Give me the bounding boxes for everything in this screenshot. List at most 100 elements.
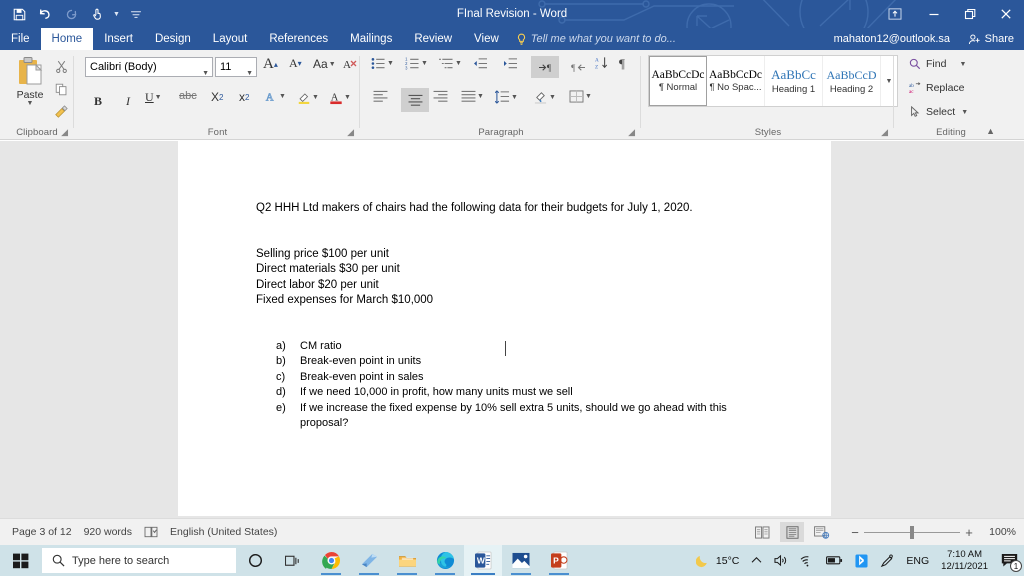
- clipboard-dialog-launcher[interactable]: ◢: [61, 127, 68, 138]
- read-mode-view-button[interactable]: [750, 522, 774, 542]
- bluebook-app-icon[interactable]: [350, 545, 388, 576]
- tab-design[interactable]: Design: [144, 28, 202, 50]
- strikethrough-icon[interactable]: abc: [179, 90, 197, 102]
- chrome-icon[interactable]: [312, 545, 350, 576]
- font-name-chevron-down-icon[interactable]: ▼: [202, 65, 209, 83]
- replace-button[interactable]: abac Replace: [909, 82, 965, 94]
- paste-button[interactable]: Paste ▼: [8, 54, 52, 107]
- justify-icon[interactable]: ▼: [461, 90, 484, 103]
- numbering-icon[interactable]: 123▼: [405, 57, 428, 70]
- bullets-icon[interactable]: ▼: [371, 57, 394, 70]
- paste-chevron-down-icon[interactable]: ▼: [8, 100, 52, 107]
- styles-dialog-launcher[interactable]: ◢: [881, 127, 888, 138]
- restore-button[interactable]: [952, 0, 988, 28]
- shrink-font-icon[interactable]: A▾: [289, 56, 302, 71]
- notification-chat-icon[interactable]: 1: [994, 545, 1024, 576]
- clock[interactable]: 7:10 AM 12/11/2021: [935, 549, 994, 573]
- weather-widget[interactable]: 15°C: [690, 545, 745, 576]
- clear-formatting-icon[interactable]: A: [343, 56, 359, 72]
- document-canvas[interactable]: Q2 HHH Ltd makers of chairs had the foll…: [0, 141, 1024, 518]
- font-size-chevron-down-icon[interactable]: ▼: [246, 65, 253, 83]
- find-button[interactable]: Find ▼: [909, 58, 966, 70]
- style-normal[interactable]: AaBbCcDc ¶ Normal: [649, 56, 707, 106]
- customize-quick-access-icon[interactable]: [123, 2, 149, 26]
- powerpoint-icon[interactable]: P: [540, 545, 578, 576]
- tab-references[interactable]: References: [258, 28, 339, 50]
- zoom-in-button[interactable]: +: [960, 525, 978, 540]
- align-center-icon[interactable]: [401, 88, 429, 112]
- wifi-icon[interactable]: [794, 545, 820, 576]
- cortana-circle-icon[interactable]: [236, 545, 274, 576]
- battery-icon[interactable]: [820, 545, 849, 576]
- share-button[interactable]: Share: [962, 28, 1020, 50]
- rtl-text-direction-icon[interactable]: ¶: [565, 56, 591, 78]
- microsoft-edge-icon[interactable]: [426, 545, 464, 576]
- status-word-count[interactable]: 920 words: [84, 526, 132, 538]
- tab-home[interactable]: Home: [41, 28, 94, 50]
- cut-icon[interactable]: [50, 55, 72, 77]
- subscript-icon[interactable]: X2: [211, 90, 223, 104]
- zoom-level-value[interactable]: 100%: [984, 526, 1016, 538]
- minimize-button[interactable]: [916, 0, 952, 28]
- text-highlight-color-icon[interactable]: ▼: [297, 90, 319, 105]
- chevron-up-icon[interactable]: [745, 545, 768, 576]
- task-view-icon[interactable]: [274, 545, 312, 576]
- photos-icon[interactable]: [502, 545, 540, 576]
- decrease-indent-icon[interactable]: [473, 57, 488, 70]
- windows-start-icon[interactable]: [0, 545, 42, 576]
- status-page-number[interactable]: Page 3 of 12: [12, 526, 72, 538]
- save-icon[interactable]: [6, 2, 32, 26]
- ribbon-display-options-button[interactable]: [874, 0, 916, 28]
- superscript-icon[interactable]: x2: [239, 90, 249, 104]
- show-formatting-marks-icon[interactable]: ¶: [619, 56, 625, 72]
- collapse-ribbon-chevron-up-icon[interactable]: ▲: [986, 126, 995, 136]
- font-dialog-launcher[interactable]: ◢: [347, 127, 354, 138]
- print-layout-view-button[interactable]: [780, 522, 804, 542]
- volume-icon[interactable]: [768, 545, 794, 576]
- web-layout-view-button[interactable]: [810, 522, 834, 542]
- format-painter-icon[interactable]: [50, 101, 72, 123]
- document-text-body[interactable]: Q2 HHH Ltd makers of chairs had the foll…: [256, 201, 756, 432]
- document-page[interactable]: Q2 HHH Ltd makers of chairs had the foll…: [178, 141, 831, 516]
- input-language[interactable]: ENG: [900, 545, 935, 576]
- select-button[interactable]: Select ▼: [909, 106, 968, 118]
- zoom-slider-thumb[interactable]: [910, 526, 914, 539]
- account-name[interactable]: mahaton12@outlook.sa: [834, 28, 950, 50]
- grow-font-icon[interactable]: A▴: [263, 56, 278, 73]
- style-no-spacing[interactable]: AaBbCcDc ¶ No Spac...: [707, 56, 765, 106]
- touch-mouse-mode-icon[interactable]: [84, 2, 110, 26]
- tab-layout[interactable]: Layout: [202, 28, 259, 50]
- styles-more-chevron-down-icon[interactable]: ▼: [881, 56, 897, 106]
- zoom-slider[interactable]: − +: [846, 525, 978, 540]
- tell-me-search[interactable]: Tell me what you want to do...: [516, 28, 676, 50]
- font-color-icon[interactable]: A▼: [329, 90, 351, 105]
- file-explorer-icon[interactable]: [388, 545, 426, 576]
- underline-icon[interactable]: U▼: [145, 90, 162, 105]
- copy-icon[interactable]: [50, 78, 72, 100]
- italic-icon[interactable]: I: [117, 90, 139, 112]
- ltr-text-direction-icon[interactable]: ¶: [531, 56, 559, 78]
- word-icon[interactable]: W: [464, 545, 502, 576]
- search-input[interactable]: Type here to search: [42, 548, 236, 573]
- bluetooth-icon[interactable]: [849, 545, 874, 576]
- zoom-slider-track[interactable]: [864, 532, 960, 533]
- undo-icon[interactable]: [32, 2, 58, 26]
- zoom-out-button[interactable]: −: [846, 525, 864, 540]
- font-name-combo[interactable]: Calibri (Body) ▼: [85, 57, 213, 77]
- shading-icon[interactable]: ▼: [533, 90, 556, 104]
- tab-mailings[interactable]: Mailings: [339, 28, 403, 50]
- touch-mode-chevron-down-icon[interactable]: ▼: [110, 2, 123, 26]
- font-size-combo[interactable]: 11 ▼: [215, 57, 257, 77]
- close-button[interactable]: [988, 0, 1024, 28]
- align-right-icon[interactable]: [433, 90, 448, 103]
- align-left-icon[interactable]: [373, 90, 388, 103]
- line-spacing-icon[interactable]: ▼: [495, 90, 518, 104]
- tab-view[interactable]: View: [463, 28, 510, 50]
- paragraph-dialog-launcher[interactable]: ◢: [628, 127, 635, 138]
- sort-icon[interactable]: AZ: [595, 56, 609, 70]
- tab-review[interactable]: Review: [403, 28, 463, 50]
- text-effects-icon[interactable]: A▼: [265, 90, 286, 103]
- status-language[interactable]: English (United States): [170, 526, 277, 538]
- increase-indent-icon[interactable]: [503, 57, 518, 70]
- tab-file[interactable]: File: [0, 28, 41, 50]
